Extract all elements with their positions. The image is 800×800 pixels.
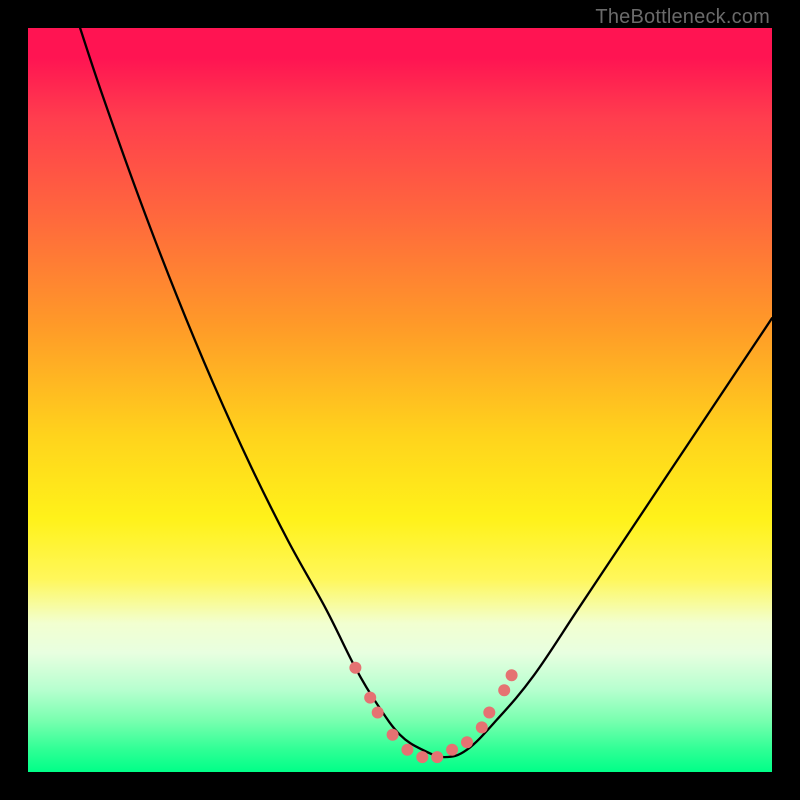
chart-frame: TheBottleneck.com xyxy=(0,0,800,800)
data-point xyxy=(446,744,458,756)
plot-area xyxy=(28,28,772,772)
data-point xyxy=(476,721,488,733)
data-point xyxy=(498,684,510,696)
data-point xyxy=(431,751,443,763)
data-point xyxy=(483,707,495,719)
data-point xyxy=(506,669,518,681)
data-point xyxy=(416,751,428,763)
data-point xyxy=(461,736,473,748)
data-point xyxy=(401,744,413,756)
optimal-zone-dots xyxy=(28,28,772,772)
data-point xyxy=(349,662,361,674)
data-point xyxy=(387,729,399,741)
watermark-text: TheBottleneck.com xyxy=(595,6,770,29)
data-point xyxy=(364,692,376,704)
data-point xyxy=(372,707,384,719)
